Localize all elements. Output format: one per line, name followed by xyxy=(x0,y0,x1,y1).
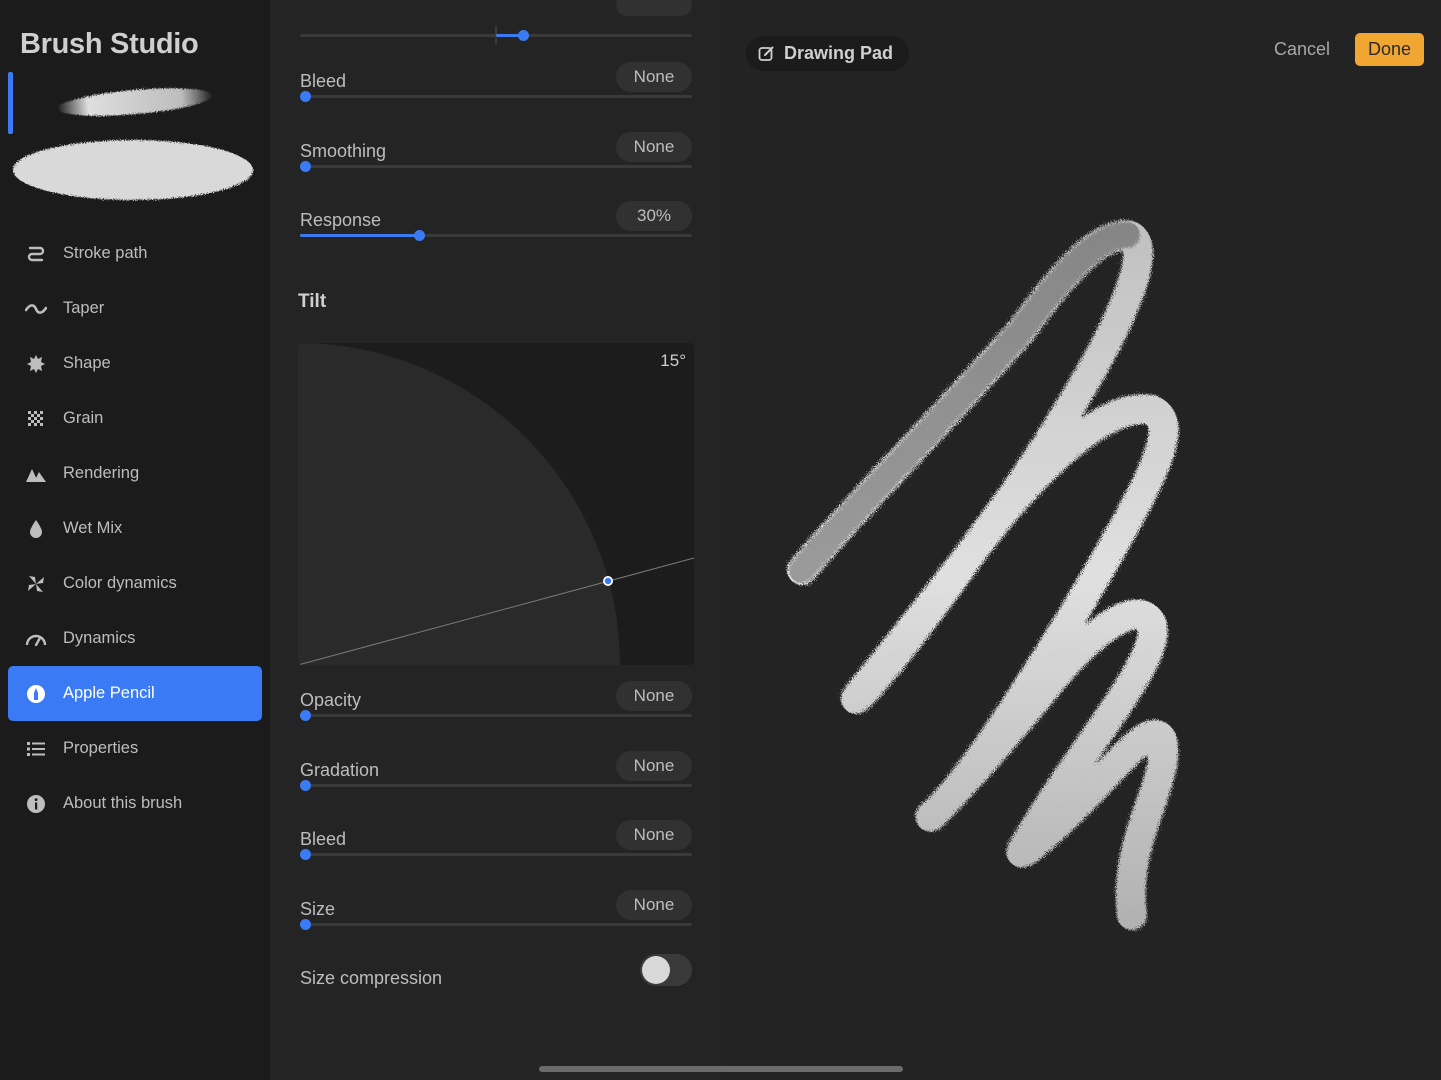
dynamics-icon xyxy=(25,628,47,650)
settings-panel: Bleed None Smoothing None Response 30% T… xyxy=(270,0,722,1080)
response-label: Response xyxy=(300,210,382,230)
smoothing-slider[interactable] xyxy=(300,165,692,168)
tilt-bleed-value[interactable]: None xyxy=(616,820,692,850)
tilt-opacity-knob[interactable] xyxy=(300,710,311,721)
tilt-section-title: Tilt xyxy=(298,291,327,312)
taper-icon xyxy=(25,298,47,320)
pressure-bleed-value[interactable]: None xyxy=(616,62,692,92)
rendering-icon xyxy=(25,463,47,485)
sidebar: Brush Studio Stroke path Taper Shape Gra… xyxy=(0,0,270,1080)
color-dynamics-icon xyxy=(25,573,47,595)
sidebar-item-taper[interactable]: Taper xyxy=(8,281,262,336)
tilt-gradation-knob[interactable] xyxy=(300,780,311,791)
app-title: Brush Studio xyxy=(20,28,199,60)
sidebar-item-about[interactable]: About this brush xyxy=(8,776,262,831)
tilt-gradation-value[interactable]: None xyxy=(616,751,692,781)
smoothing-label: Smoothing xyxy=(300,141,387,161)
sidebar-item-grain[interactable]: Grain xyxy=(8,391,262,446)
tilt-size-value[interactable]: None xyxy=(616,890,692,920)
wet-mix-icon xyxy=(25,518,47,540)
tilt-size-label: Size xyxy=(300,899,336,919)
sidebar-item-label: Dynamics xyxy=(63,629,136,647)
sidebar-item-apple-pencil[interactable]: Apple Pencil xyxy=(8,666,262,721)
sidebar-item-label: Properties xyxy=(63,739,139,757)
pressure-bleed-slider[interactable] xyxy=(300,95,692,98)
info-icon xyxy=(25,793,47,815)
sidebar-item-properties[interactable]: Properties xyxy=(8,721,262,776)
tilt-bleed-label: Bleed xyxy=(300,829,347,849)
sidebar-item-label: Taper xyxy=(63,299,105,317)
tilt-opacity-value[interactable]: None xyxy=(616,681,692,711)
tilt-gradation-slider[interactable] xyxy=(300,784,692,787)
sidebar-item-stroke-path[interactable]: Stroke path xyxy=(8,226,262,281)
shape-icon xyxy=(25,353,47,375)
sidebar-item-rendering[interactable]: Rendering xyxy=(8,446,262,501)
sidebar-item-label: Rendering xyxy=(63,464,140,482)
tilt-graph[interactable]: 15° xyxy=(298,343,694,665)
response-knob[interactable] xyxy=(414,230,425,241)
stroke-path-icon xyxy=(25,243,47,265)
tilt-bleed-knob[interactable] xyxy=(300,849,311,860)
home-indicator xyxy=(539,1066,903,1072)
grain-icon xyxy=(25,408,47,430)
apple-pencil-icon xyxy=(25,683,47,705)
brush-preview[interactable] xyxy=(0,70,270,210)
tilt-opacity-slider[interactable] xyxy=(300,714,692,717)
toggle-thumb xyxy=(642,956,670,984)
tilt-opacity-label: Opacity xyxy=(300,690,362,710)
sidebar-item-dynamics[interactable]: Dynamics xyxy=(8,611,262,666)
sidebar-item-label: Color dynamics xyxy=(63,574,177,592)
flow-value-pill[interactable] xyxy=(616,0,692,16)
sidebar-item-label: Apple Pencil xyxy=(63,684,155,702)
sidebar-item-label: Grain xyxy=(63,409,104,427)
sidebar-item-label: Shape xyxy=(63,354,111,372)
sidebar-item-wet-mix[interactable]: Wet Mix xyxy=(8,501,262,556)
tilt-size-knob[interactable] xyxy=(300,919,311,930)
drawing-pad[interactable]: Drawing Pad Cancel Done xyxy=(722,0,1441,1080)
sidebar-item-label: Wet Mix xyxy=(63,519,123,537)
pressure-bleed-knob[interactable] xyxy=(300,91,311,102)
properties-icon xyxy=(25,738,47,760)
size-compression-label: Size compression xyxy=(300,968,443,988)
tilt-angle-value: 15° xyxy=(660,351,686,370)
flow-slider-knob[interactable] xyxy=(518,30,529,41)
sidebar-item-color-dynamics[interactable]: Color dynamics xyxy=(8,556,262,611)
response-value[interactable]: 30% xyxy=(616,201,692,231)
sidebar-nav: Stroke path Taper Shape Grain Rendering … xyxy=(8,226,262,831)
response-slider-fill xyxy=(300,234,419,237)
smoothing-value[interactable]: None xyxy=(616,132,692,162)
size-compression-toggle[interactable] xyxy=(640,954,692,986)
sidebar-item-label: Stroke path xyxy=(63,244,148,262)
smoothing-knob[interactable] xyxy=(300,161,311,172)
sample-stroke xyxy=(787,220,1179,930)
tilt-gradation-label: Gradation xyxy=(300,760,380,780)
pressure-bleed-label: Bleed xyxy=(300,71,347,91)
sidebar-item-label: About this brush xyxy=(63,794,183,812)
tilt-size-slider[interactable] xyxy=(300,923,692,926)
sidebar-item-shape[interactable]: Shape xyxy=(8,336,262,391)
tilt-bleed-slider[interactable] xyxy=(300,853,692,856)
